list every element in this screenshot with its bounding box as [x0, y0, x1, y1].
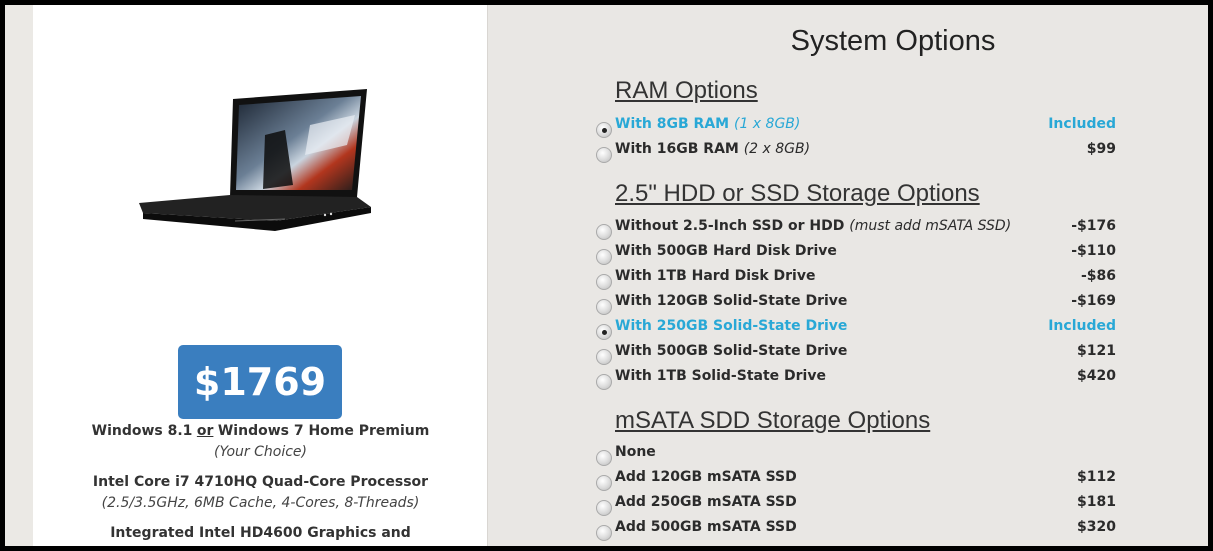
left-margin — [5, 5, 33, 546]
option-price: $99 — [1086, 141, 1116, 157]
option-500gb-ssd[interactable]: With 500GB Solid-State Drive $121 — [596, 340, 1116, 365]
radio-button[interactable] — [596, 224, 612, 240]
option-price: $420 — [1077, 368, 1116, 384]
option-250gb-ssd[interactable]: With 250GB Solid-State Drive Included — [596, 315, 1116, 340]
radio-button[interactable] — [596, 147, 612, 163]
option-price: -$86 — [1080, 268, 1116, 284]
radio-button[interactable] — [596, 349, 612, 365]
option-price: Included — [1048, 318, 1116, 334]
cpu-line: Intel Core i7 4710HQ Quad-Core Processor — [33, 474, 488, 490]
laptop-image — [139, 89, 371, 231]
option-msata-250gb[interactable]: Add 250GB mSATA SSD $181 — [596, 491, 1116, 516]
option-price: $320 — [1077, 519, 1116, 535]
product-panel: $1769 Windows 8.1 or Windows 7 Home Prem… — [33, 5, 488, 546]
price-badge: $1769 — [178, 345, 342, 419]
option-price: -$169 — [1071, 293, 1116, 309]
option-note: (2 x 8GB) — [743, 141, 811, 157]
radio-button[interactable] — [596, 299, 612, 315]
option-label: With 1TB Hard Disk Drive — [615, 268, 816, 284]
option-label: Add 120GB mSATA SSD — [615, 469, 797, 485]
option-120gb-ssd[interactable]: With 120GB Solid-State Drive -$169 — [596, 290, 1116, 315]
radio-button[interactable] — [596, 525, 612, 541]
option-500gb-hdd[interactable]: With 500GB Hard Disk Drive -$110 — [596, 240, 1116, 265]
option-1tb-ssd[interactable]: With 1TB Solid-State Drive $420 — [596, 365, 1116, 390]
option-price: -$176 — [1071, 218, 1116, 234]
radio-button[interactable] — [596, 274, 612, 290]
page-frame: $1769 Windows 8.1 or Windows 7 Home Prem… — [5, 5, 1208, 546]
option-price: $181 — [1077, 494, 1116, 510]
option-ram-16gb[interactable]: With 16GB RAM (2 x 8GB) $99 — [596, 138, 1116, 163]
option-1tb-hdd[interactable]: With 1TB Hard Disk Drive -$86 — [596, 265, 1116, 290]
graphics-text: Integrated Intel HD4600 Graphics and — [110, 525, 411, 541]
option-label: None — [615, 444, 656, 460]
cpu-text: Intel Core i7 4710HQ Quad-Core Processor — [92, 474, 429, 490]
radio-button[interactable] — [596, 324, 612, 340]
option-price: Included — [1048, 116, 1116, 132]
option-price: -$110 — [1071, 243, 1116, 259]
option-msata-120gb[interactable]: Add 120GB mSATA SSD $112 — [596, 466, 1116, 491]
os-line: Windows 8.1 or Windows 7 Home Premium — [33, 423, 488, 439]
option-no-ssd[interactable]: Without 2.5-Inch SSD or HDD (must add mS… — [596, 215, 1116, 240]
option-ram-8gb[interactable]: With 8GB RAM (1 x 8GB) Included — [596, 113, 1116, 138]
section-title-storage: 2.5" HDD or SSD Storage Options — [615, 180, 980, 207]
radio-button[interactable] — [596, 374, 612, 390]
page-title: System Options — [790, 25, 996, 57]
os-option-a: Windows 8.1 — [91, 423, 193, 439]
cpu-note-text: (2.5/3.5GHz, 6MB Cache, 4-Cores, 8-Threa… — [101, 495, 420, 511]
graphics-line: Integrated Intel HD4600 Graphics and — [33, 525, 488, 541]
os-or: or — [196, 423, 214, 439]
cpu-note: (2.5/3.5GHz, 6MB Cache, 4-Cores, 8-Threa… — [33, 495, 488, 511]
radio-button[interactable] — [596, 475, 612, 491]
option-label: Without 2.5-Inch SSD or HDD — [615, 218, 845, 234]
option-label: With 500GB Hard Disk Drive — [615, 243, 837, 259]
system-options-panel: System Options RAM Options With 8GB RAM … — [488, 5, 1208, 546]
os-option-b: Windows 7 Home Premium — [217, 423, 430, 439]
option-msata-500gb[interactable]: Add 500GB mSATA SSD $320 — [596, 516, 1116, 541]
radio-button[interactable] — [596, 122, 612, 138]
radio-button[interactable] — [596, 450, 612, 466]
radio-button[interactable] — [596, 500, 612, 516]
option-label: Add 500GB mSATA SSD — [615, 519, 797, 535]
section-title-ram: RAM Options — [615, 77, 758, 104]
option-msata-none[interactable]: None — [596, 441, 1116, 466]
radio-button[interactable] — [596, 249, 612, 265]
option-label: With 500GB Solid-State Drive — [615, 343, 848, 359]
os-note-text: (Your Choice) — [214, 444, 307, 460]
option-label: With 1TB Solid-State Drive — [615, 368, 826, 384]
option-note: (must add mSATA SSD) — [849, 218, 1012, 234]
os-note: (Your Choice) — [33, 444, 488, 460]
option-label: With 16GB RAM — [615, 141, 739, 157]
option-label: With 120GB Solid-State Drive — [615, 293, 848, 309]
option-label: With 250GB Solid-State Drive — [615, 318, 848, 334]
option-price: $121 — [1077, 343, 1116, 359]
option-label: With 8GB RAM — [615, 116, 730, 132]
option-label: Add 250GB mSATA SSD — [615, 494, 797, 510]
section-title-msata: mSATA SDD Storage Options — [615, 407, 931, 434]
option-note: (1 x 8GB) — [733, 116, 801, 132]
option-price: $112 — [1077, 469, 1116, 485]
